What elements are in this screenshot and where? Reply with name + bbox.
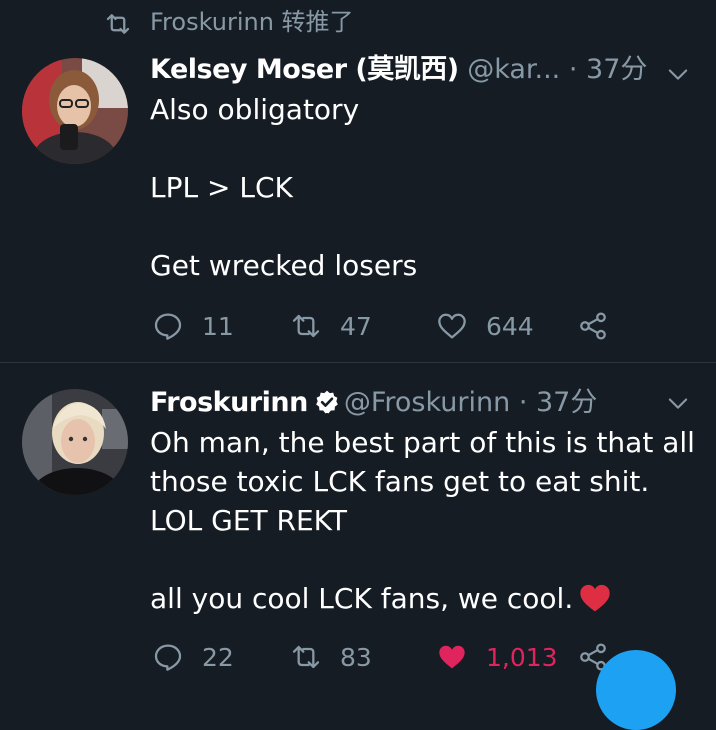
- like-button[interactable]: 1,013: [436, 637, 558, 677]
- display-name[interactable]: Kelsey Moser (莫凯西): [150, 54, 459, 85]
- verified-badge-icon: [316, 390, 338, 414]
- tweet-header: Kelsey Moser (莫凯西) @kar... · 37分: [150, 50, 647, 90]
- tweet-text: Also obligatory LPL > LCK Get wrecked lo…: [150, 90, 695, 285]
- like-count: 1,013: [486, 642, 558, 672]
- chevron-down-icon[interactable]: [664, 389, 692, 417]
- reply-count: 22: [202, 642, 234, 672]
- tweet-paragraph: all you cool LCK fans, we cool.: [150, 579, 695, 618]
- tweet[interactable]: Froskurinn @Froskurinn · 37分 Oh man, the…: [0, 363, 716, 672]
- handle[interactable]: @kar...: [467, 54, 560, 85]
- timestamp[interactable]: · 37分: [569, 54, 648, 85]
- compose-tweet-button[interactable]: [596, 650, 676, 730]
- retweet-icon: [292, 314, 320, 338]
- tweet-text: Oh man, the best part of this is that al…: [150, 423, 695, 618]
- tweet-header: Froskurinn @Froskurinn · 37分: [150, 383, 597, 423]
- chevron-down-icon[interactable]: [664, 60, 692, 88]
- tweet-actions: 11 47 644: [152, 306, 672, 346]
- reply-icon: [154, 313, 182, 340]
- timestamp[interactable]: · 37分: [519, 387, 598, 418]
- reply-icon: [154, 644, 182, 671]
- retweet-icon: [106, 14, 130, 34]
- heart-icon: [438, 313, 466, 339]
- display-name[interactable]: Froskurinn: [150, 387, 308, 418]
- retweet-count: 47: [340, 311, 372, 341]
- retweet-count: 83: [340, 642, 372, 672]
- avatar[interactable]: [22, 389, 128, 495]
- heart-filled-icon: [439, 645, 465, 669]
- tweet-actions: 22 83 1,013: [152, 637, 672, 677]
- share-button[interactable]: [577, 306, 609, 346]
- tweet[interactable]: Kelsey Moser (莫凯西) @kar... · 37分 Also ob…: [0, 48, 716, 362]
- reply-button[interactable]: 22: [152, 637, 234, 677]
- tweet-paragraph: Get wrecked losers: [150, 249, 418, 282]
- avatar[interactable]: [22, 58, 128, 164]
- retweet-button[interactable]: 83: [290, 637, 372, 677]
- share-icon: [580, 312, 606, 340]
- reply-count: 11: [202, 311, 234, 341]
- retweet-context[interactable]: Froskurinn 转推了: [0, 0, 716, 48]
- red-heart-emoji-icon: [580, 584, 610, 612]
- like-count: 644: [486, 311, 534, 341]
- handle[interactable]: @Froskurinn: [344, 387, 510, 418]
- tweet-paragraph: LPL > LCK: [150, 171, 293, 204]
- tweet-paragraph: Oh man, the best part of this is that al…: [150, 426, 695, 537]
- like-button[interactable]: 644: [436, 306, 534, 346]
- retweet-icon: [292, 645, 320, 669]
- reply-button[interactable]: 11: [152, 306, 234, 346]
- retweet-context-text: Froskurinn 转推了: [150, 8, 354, 36]
- tweet-paragraph-text: all you cool LCK fans, we cool.: [150, 582, 574, 615]
- tweet-paragraph: Also obligatory: [150, 93, 360, 126]
- retweet-button[interactable]: 47: [290, 306, 372, 346]
